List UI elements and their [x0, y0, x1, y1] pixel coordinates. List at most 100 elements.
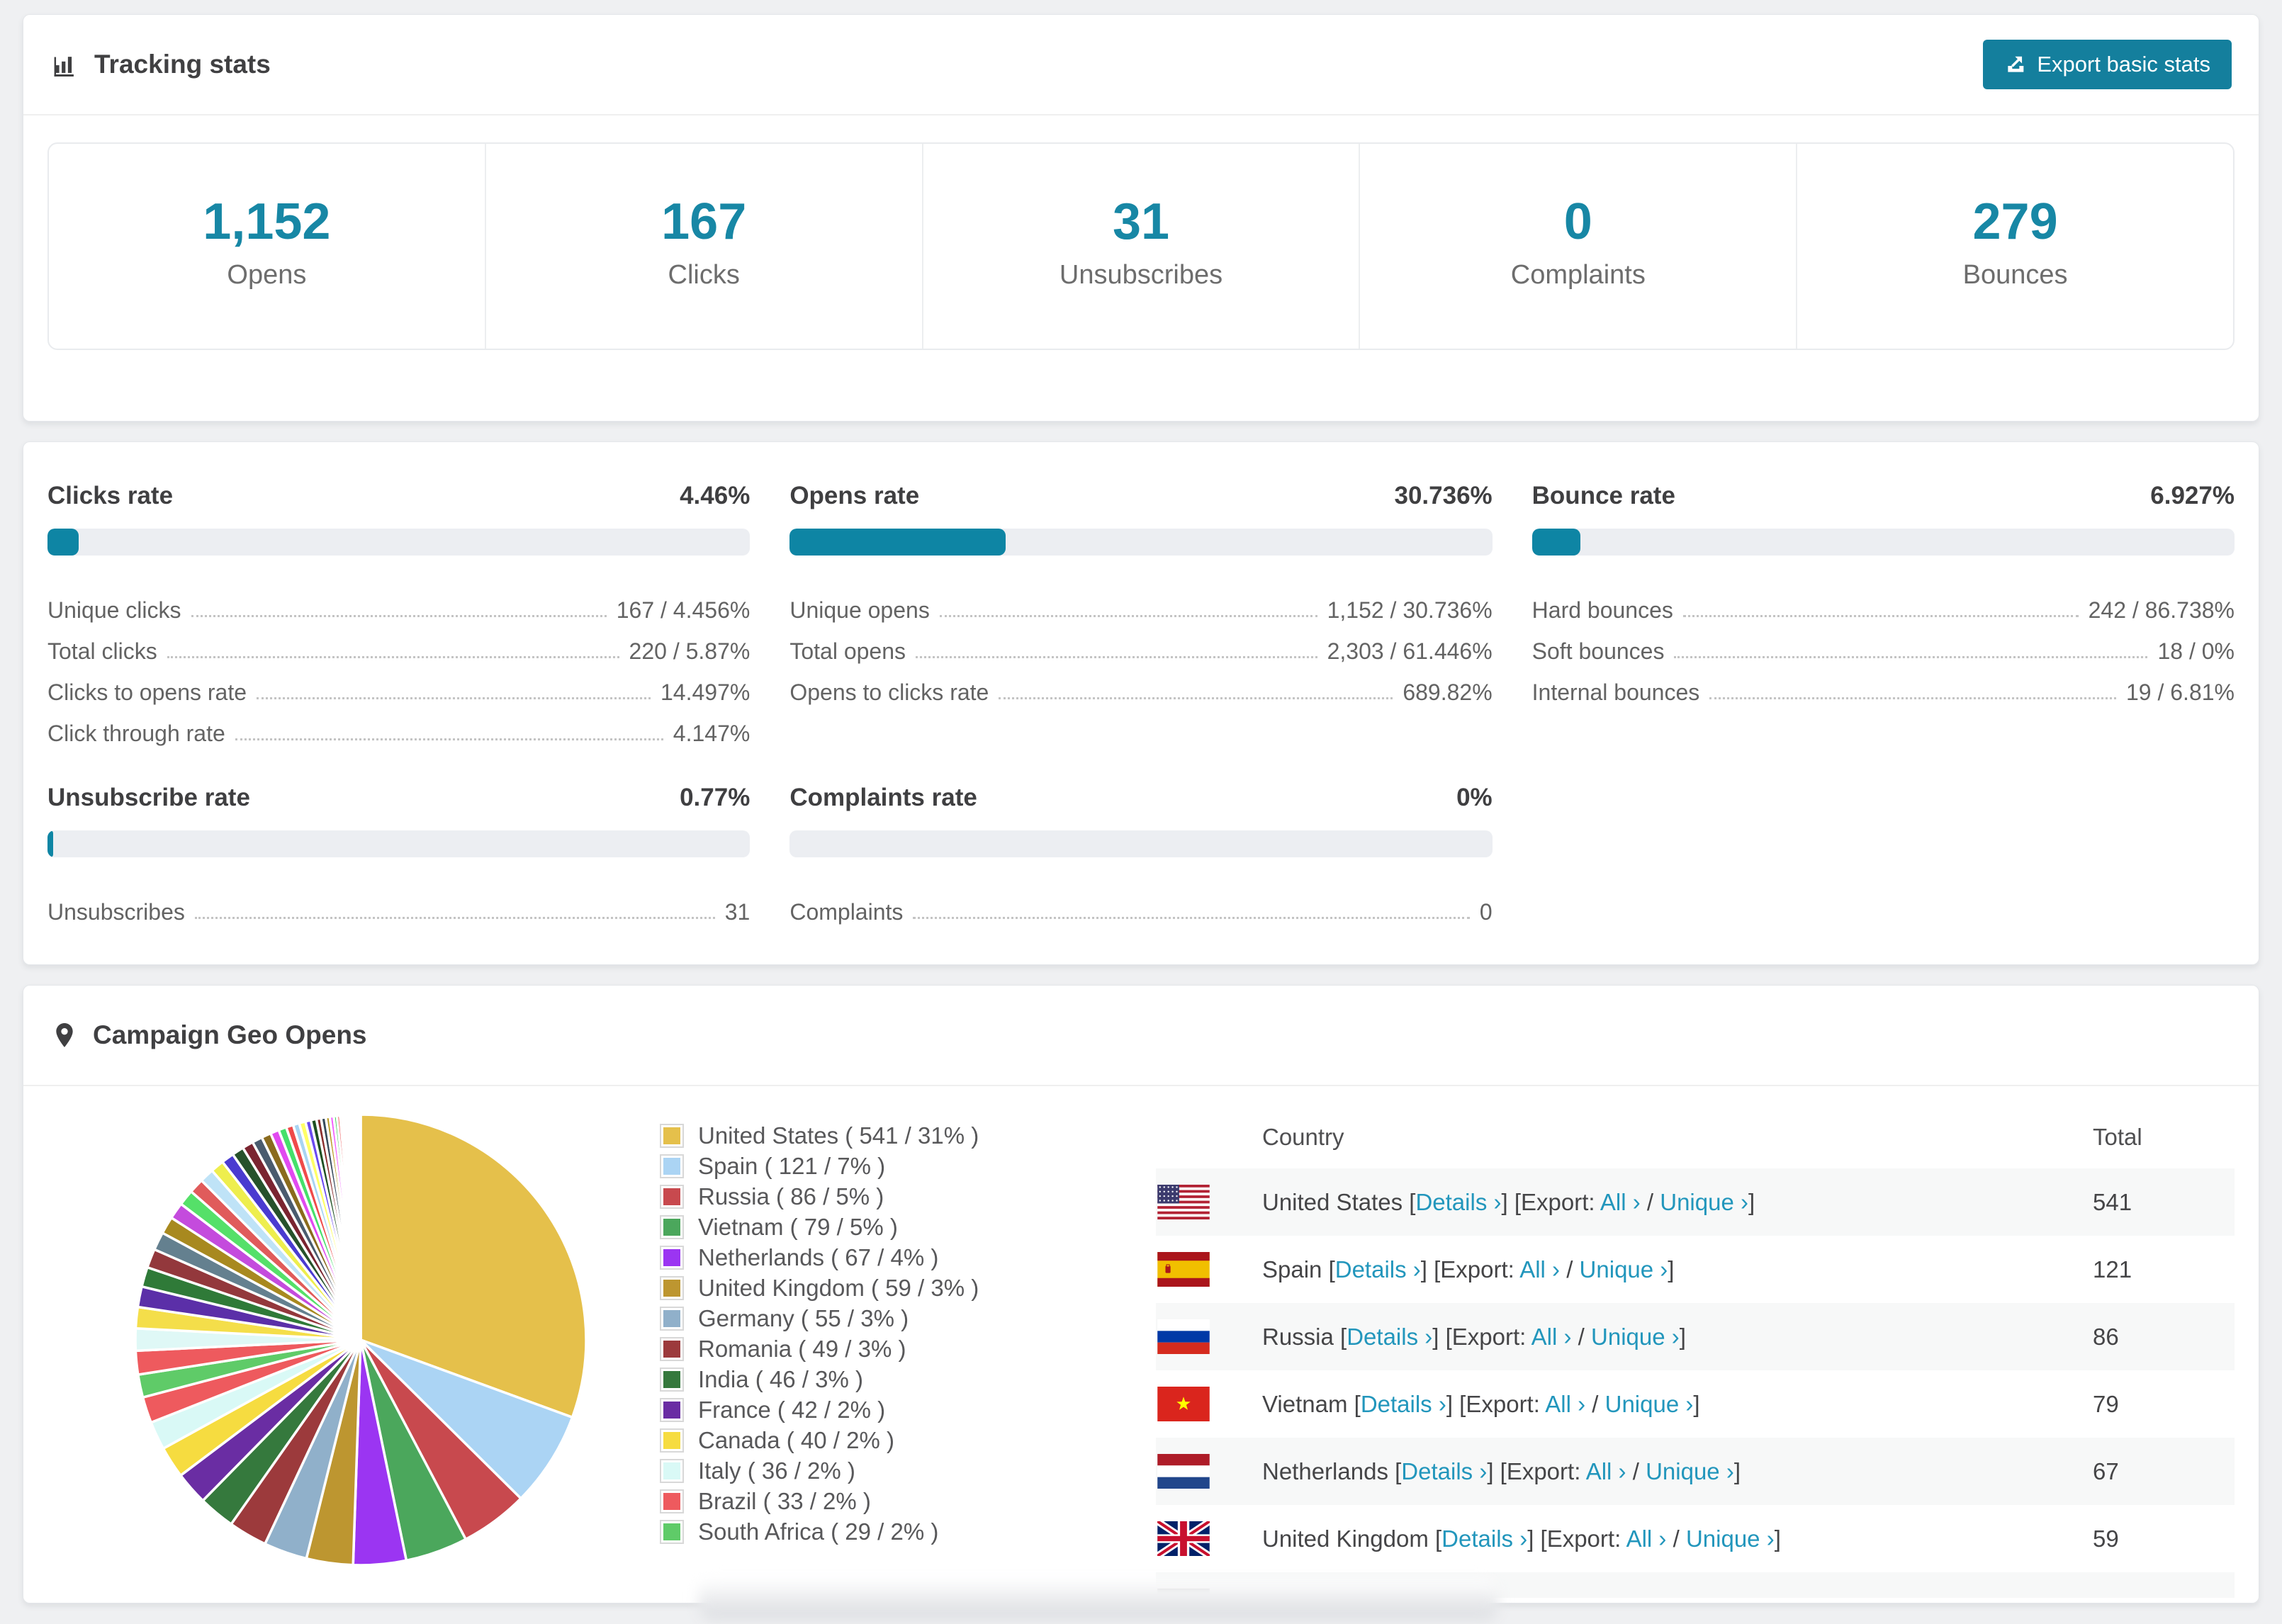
rate-section: Clicks rate 4.46% Unique clicks 167 / 4.…: [47, 482, 751, 747]
legend-item[interactable]: Vietnam ( 79 / 5% ): [660, 1212, 1057, 1242]
export-unique-link[interactable]: Unique ›: [1605, 1391, 1694, 1417]
export-all-link[interactable]: All ›: [1519, 1256, 1560, 1282]
export-all-link[interactable]: All ›: [1545, 1391, 1585, 1417]
rate-detail-value: 14.497%: [661, 680, 751, 705]
export-unique-link[interactable]: Unique ›: [1686, 1526, 1775, 1552]
country-total: 541: [2093, 1188, 2132, 1215]
rate-detail-value: 1,152 / 30.736%: [1327, 597, 1493, 623]
export-all-link[interactable]: All ›: [1626, 1526, 1667, 1552]
legend-item[interactable]: Netherlands ( 67 / 4% ): [660, 1242, 1057, 1273]
legend-swatch: [660, 1123, 684, 1148]
details-link[interactable]: Details ›: [1441, 1526, 1527, 1552]
details-link[interactable]: Details ›: [1401, 1458, 1487, 1484]
details-link[interactable]: Details ›: [1347, 1324, 1432, 1350]
country-total: 121: [2093, 1256, 2132, 1282]
stat-value: 31: [1112, 193, 1170, 250]
rate-detail-value: 18 / 0%: [2157, 638, 2235, 664]
rate-detail-row: Clicks to opens rate 14.497%: [47, 665, 750, 706]
country-flag-icon-nl: [1157, 1454, 1210, 1489]
tracking-stats-title-text: Tracking stats: [94, 50, 271, 79]
dotted-leader: [194, 917, 715, 919]
rate-progress-track: [47, 529, 751, 556]
legend-item[interactable]: Germany ( 55 / 3% ): [660, 1303, 1057, 1333]
rate-detail-row: Unique opens 1,152 / 30.736%: [789, 582, 1492, 624]
tracking-stats-page: Tracking stats Export basic stats 1,152 …: [0, 0, 2282, 1624]
legend-item[interactable]: South Africa ( 29 / 2% ): [660, 1516, 1057, 1547]
geo-pie-wrap: [127, 1106, 595, 1598]
rate-value: 0%: [1456, 784, 1493, 811]
dotted-leader: [235, 738, 663, 740]
country-name: Russia: [1262, 1323, 1341, 1350]
export-icon: [2008, 56, 2024, 72]
rate-detail-value: 2,303 / 61.446%: [1327, 638, 1493, 664]
export-unique-link[interactable]: Unique ›: [1660, 1189, 1748, 1215]
rate-detail-row: Complaints 0: [789, 884, 1492, 925]
rate-detail-value: 0: [1479, 899, 1493, 925]
stat-value: 0: [1563, 193, 1592, 250]
rate-rows: Hard bounces 242 / 86.738% Soft bounces …: [1532, 582, 2235, 706]
geo-legend: United States ( 541 / 31% ) Spain ( 121 …: [660, 1120, 1057, 1598]
geo-pie-chart[interactable]: [127, 1106, 595, 1574]
rate-progress-track: [47, 830, 751, 857]
legend-label: South Africa ( 29 / 2% ): [698, 1518, 939, 1545]
geo-title: Campaign Geo Opens: [50, 1020, 367, 1050]
rate-value: 4.46%: [680, 482, 751, 509]
dotted-leader: [257, 697, 651, 699]
campaign-geo-opens-card: Campaign Geo Opens United States ( 541 /…: [23, 985, 2259, 1603]
legend-label: Brazil ( 33 / 2% ): [698, 1487, 871, 1514]
rate-detail-row: Total clicks 220 / 5.87%: [47, 624, 750, 665]
legend-item[interactable]: Russia ( 86 / 5% ): [660, 1181, 1057, 1212]
rate-detail-label: Click through rate: [47, 721, 225, 746]
rate-detail-label: Unsubscribes: [47, 899, 185, 925]
country-name: Spain: [1262, 1256, 1329, 1282]
legend-item[interactable]: United States ( 541 / 31% ): [660, 1120, 1057, 1151]
legend-item[interactable]: India ( 46 / 3% ): [660, 1364, 1057, 1394]
rate-detail-row: Opens to clicks rate 689.82%: [789, 665, 1492, 706]
rate-progress-track: [789, 529, 1493, 556]
export-basic-stats-button[interactable]: Export basic stats: [1983, 40, 2232, 89]
country-flag-icon-vn: [1157, 1387, 1210, 1421]
dotted-leader: [191, 615, 607, 617]
stat-label: Complaints: [1510, 260, 1646, 290]
stat-value: 167: [661, 193, 747, 250]
rate-progress-track: [789, 830, 1493, 857]
rate-detail-row: Unsubscribes 31: [47, 884, 750, 925]
export-unique-link[interactable]: Unique ›: [1580, 1256, 1668, 1282]
rate-detail-label: Unique clicks: [47, 597, 181, 623]
export-all-link[interactable]: All ›: [1531, 1324, 1572, 1350]
legend-item[interactable]: Romania ( 49 / 3% ): [660, 1333, 1057, 1364]
country-total: 59: [2093, 1525, 2119, 1552]
rate-detail-label: Clicks to opens rate: [47, 680, 247, 705]
dotted-leader: [167, 656, 619, 658]
rate-detail-label: Soft bounces: [1531, 638, 1665, 664]
legend-item[interactable]: Brazil ( 33 / 2% ): [660, 1486, 1057, 1516]
rate-detail-row: Hard bounces 242 / 86.738%: [1532, 582, 2235, 624]
country-name: Vietnam: [1262, 1390, 1354, 1417]
rate-detail-value: 19 / 6.81%: [2125, 680, 2235, 705]
legend-item[interactable]: Spain ( 121 / 7% ): [660, 1151, 1057, 1181]
legend-swatch: [660, 1214, 684, 1239]
export-unique-link[interactable]: Unique ›: [1646, 1458, 1734, 1484]
legend-item[interactable]: Italy ( 36 / 2% ): [660, 1455, 1057, 1486]
export-all-link[interactable]: All ›: [1586, 1458, 1626, 1484]
legend-item[interactable]: France ( 42 / 2% ): [660, 1394, 1057, 1425]
rate-progress-track: [1531, 529, 2235, 556]
export-all-link[interactable]: All ›: [1600, 1189, 1641, 1215]
geo-header: Campaign Geo Opens: [23, 986, 2259, 1086]
geo-col-total: Total: [2093, 1124, 2142, 1150]
geo-table: Country Total United States [Details ›] …: [1156, 1106, 2235, 1598]
rate-detail-label: Hard bounces: [1531, 597, 1673, 623]
legend-item[interactable]: Canada ( 40 / 2% ): [660, 1425, 1057, 1455]
export-unique-link[interactable]: Unique ›: [1591, 1324, 1680, 1350]
details-link[interactable]: Details ›: [1361, 1391, 1446, 1417]
rate-value: 30.736%: [1394, 482, 1493, 509]
rate-detail-row: Total opens 2,303 / 61.446%: [789, 624, 1492, 665]
geo-col-country: Country: [1262, 1124, 1344, 1150]
dotted-leader: [916, 656, 1317, 658]
stat-value: 279: [1972, 193, 2058, 250]
details-link[interactable]: Details ›: [1415, 1189, 1501, 1215]
country-flag-icon-ru: [1157, 1319, 1210, 1354]
rate-rows: Unsubscribes 31: [47, 884, 750, 925]
details-link[interactable]: Details ›: [1335, 1256, 1421, 1282]
legend-item[interactable]: United Kingdom ( 59 / 3% ): [660, 1273, 1057, 1303]
